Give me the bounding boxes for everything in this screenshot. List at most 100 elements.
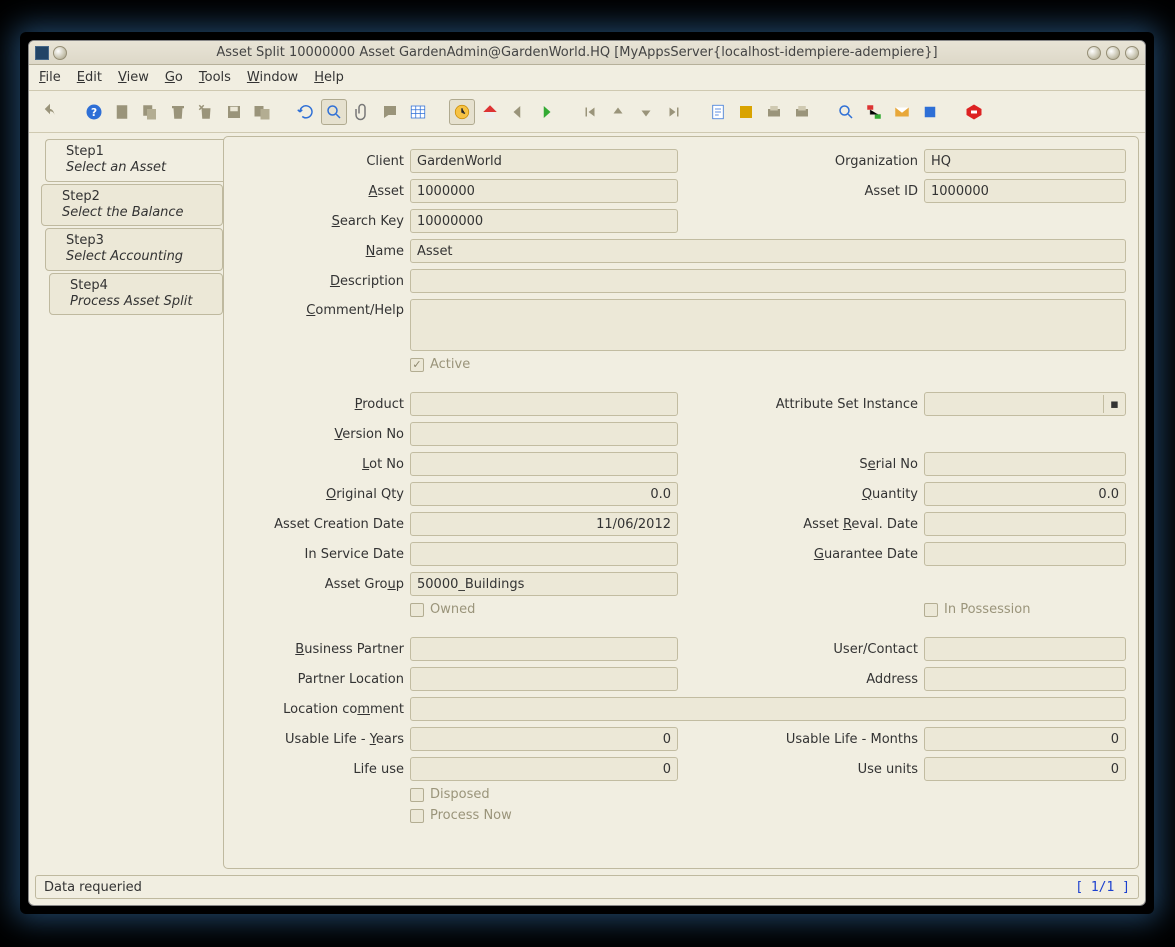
step-title: Step4	[70, 278, 222, 294]
prev-record-button[interactable]	[605, 99, 631, 125]
field-partner-location[interactable]	[410, 667, 678, 691]
label-life-use: Life use	[230, 762, 410, 777]
product-info-button[interactable]	[917, 99, 943, 125]
field-usable-life-years[interactable]: 0	[410, 727, 678, 751]
request-button[interactable]	[889, 99, 915, 125]
end-button[interactable]	[961, 99, 987, 125]
step-4[interactable]: Step4 Process Asset Split	[49, 273, 223, 316]
help-button[interactable]: ?	[81, 99, 107, 125]
label-process-now: Process Now	[430, 808, 512, 823]
field-organization[interactable]: HQ	[924, 149, 1126, 173]
status-message: Data requeried	[44, 880, 142, 895]
label-name: Name	[230, 244, 410, 259]
archive-button[interactable]	[733, 99, 759, 125]
field-location-comment[interactable]	[410, 697, 1126, 721]
label-guarantee-date: Guarantee Date	[726, 547, 924, 562]
field-comment-help[interactable]	[410, 299, 1126, 351]
form-panel: Client GardenWorld Organization HQ Asset…	[223, 136, 1139, 869]
close-button[interactable]	[1125, 46, 1139, 60]
field-version-no[interactable]	[410, 422, 678, 446]
menu-help[interactable]: Help	[314, 70, 344, 85]
undo-button[interactable]	[37, 99, 63, 125]
record-pager[interactable]: [ 1/1 ]	[1075, 880, 1130, 895]
menu-go[interactable]: Go	[165, 70, 183, 85]
field-usable-life-months[interactable]: 0	[924, 727, 1126, 751]
field-attr-set-instance[interactable]: ▪	[924, 392, 1126, 416]
field-original-qty[interactable]: 0.0	[410, 482, 678, 506]
window-menu-button[interactable]	[53, 46, 67, 60]
step-1[interactable]: Step1 Select an Asset	[45, 139, 224, 182]
next-record-button[interactable]	[633, 99, 659, 125]
field-business-partner[interactable]	[410, 637, 678, 661]
chat-button[interactable]	[377, 99, 403, 125]
field-asset-reval-date[interactable]	[924, 512, 1126, 536]
step-3[interactable]: Step3 Select Accounting	[45, 228, 223, 271]
home-button[interactable]	[477, 99, 503, 125]
print-preview-button[interactable]	[761, 99, 787, 125]
field-product[interactable]	[410, 392, 678, 416]
workflow-button[interactable]	[861, 99, 887, 125]
toggle-grid-button[interactable]	[405, 99, 431, 125]
label-attr-set-instance: Attribute Set Instance	[726, 397, 924, 412]
save-create-button[interactable]	[249, 99, 275, 125]
label-active: Active	[430, 357, 470, 372]
field-asset-creation-date[interactable]: 11/06/2012	[410, 512, 678, 536]
zoom-across-button[interactable]	[833, 99, 859, 125]
menu-window[interactable]: Window	[247, 70, 298, 85]
menu-tools[interactable]: Tools	[199, 70, 231, 85]
field-use-units[interactable]: 0	[924, 757, 1126, 781]
delete-selection-button[interactable]	[193, 99, 219, 125]
menu-file[interactable]: File	[39, 70, 61, 85]
label-comment-help: Comment/Help	[230, 299, 410, 318]
report-button[interactable]	[705, 99, 731, 125]
checkbox-process-now[interactable]: Process Now	[410, 808, 1126, 823]
statusbar: Data requeried [ 1/1 ]	[35, 875, 1139, 899]
checkbox-in-possession[interactable]: In Possession	[924, 602, 1126, 617]
find-button[interactable]	[321, 99, 347, 125]
field-asset-group[interactable]: 50000_Buildings	[410, 572, 678, 596]
first-record-button[interactable]	[577, 99, 603, 125]
field-search-key[interactable]: 10000000	[410, 209, 678, 233]
field-user-contact[interactable]	[924, 637, 1126, 661]
new-button[interactable]	[109, 99, 135, 125]
maximize-button[interactable]	[1106, 46, 1120, 60]
copy-button[interactable]	[137, 99, 163, 125]
checkbox-disposed[interactable]: Disposed	[410, 787, 1126, 802]
label-search-key: Search Key	[230, 214, 410, 229]
toolbar: ?	[29, 91, 1145, 133]
attr-set-picker-icon[interactable]: ▪	[1103, 395, 1125, 413]
field-description[interactable]	[410, 269, 1126, 293]
checkbox-active[interactable]: ✓ Active	[410, 357, 1126, 372]
label-partner-location: Partner Location	[230, 672, 410, 687]
checkbox-owned[interactable]: Owned	[410, 602, 678, 617]
step-title: Step3	[66, 233, 222, 249]
label-disposed: Disposed	[430, 787, 490, 802]
field-client[interactable]: GardenWorld	[410, 149, 678, 173]
save-button[interactable]	[221, 99, 247, 125]
field-asset-id[interactable]: 1000000	[924, 179, 1126, 203]
refresh-button[interactable]	[293, 99, 319, 125]
back-button[interactable]	[505, 99, 531, 125]
field-life-use[interactable]: 0	[410, 757, 678, 781]
field-name[interactable]: Asset	[410, 239, 1126, 263]
step-subtitle: Select an Asset	[66, 160, 224, 176]
label-business-partner: Business Partner	[230, 642, 410, 657]
field-asset[interactable]: 1000000	[410, 179, 678, 203]
print-button[interactable]	[789, 99, 815, 125]
step-2[interactable]: Step2 Select the Balance	[41, 184, 223, 227]
field-serial-no[interactable]	[924, 452, 1126, 476]
last-record-button[interactable]	[661, 99, 687, 125]
field-lot-no[interactable]	[410, 452, 678, 476]
field-in-service-date[interactable]	[410, 542, 678, 566]
attachment-button[interactable]	[349, 99, 375, 125]
field-address[interactable]	[924, 667, 1126, 691]
delete-button[interactable]	[165, 99, 191, 125]
forward-button[interactable]	[533, 99, 559, 125]
field-quantity[interactable]: 0.0	[924, 482, 1126, 506]
menu-edit[interactable]: Edit	[77, 70, 102, 85]
field-guarantee-date[interactable]	[924, 542, 1126, 566]
menu-view[interactable]: View	[118, 70, 149, 85]
history-button[interactable]	[449, 99, 475, 125]
minimize-button[interactable]	[1087, 46, 1101, 60]
titlebar: Asset Split 10000000 Asset GardenAdmin@G…	[29, 41, 1145, 65]
